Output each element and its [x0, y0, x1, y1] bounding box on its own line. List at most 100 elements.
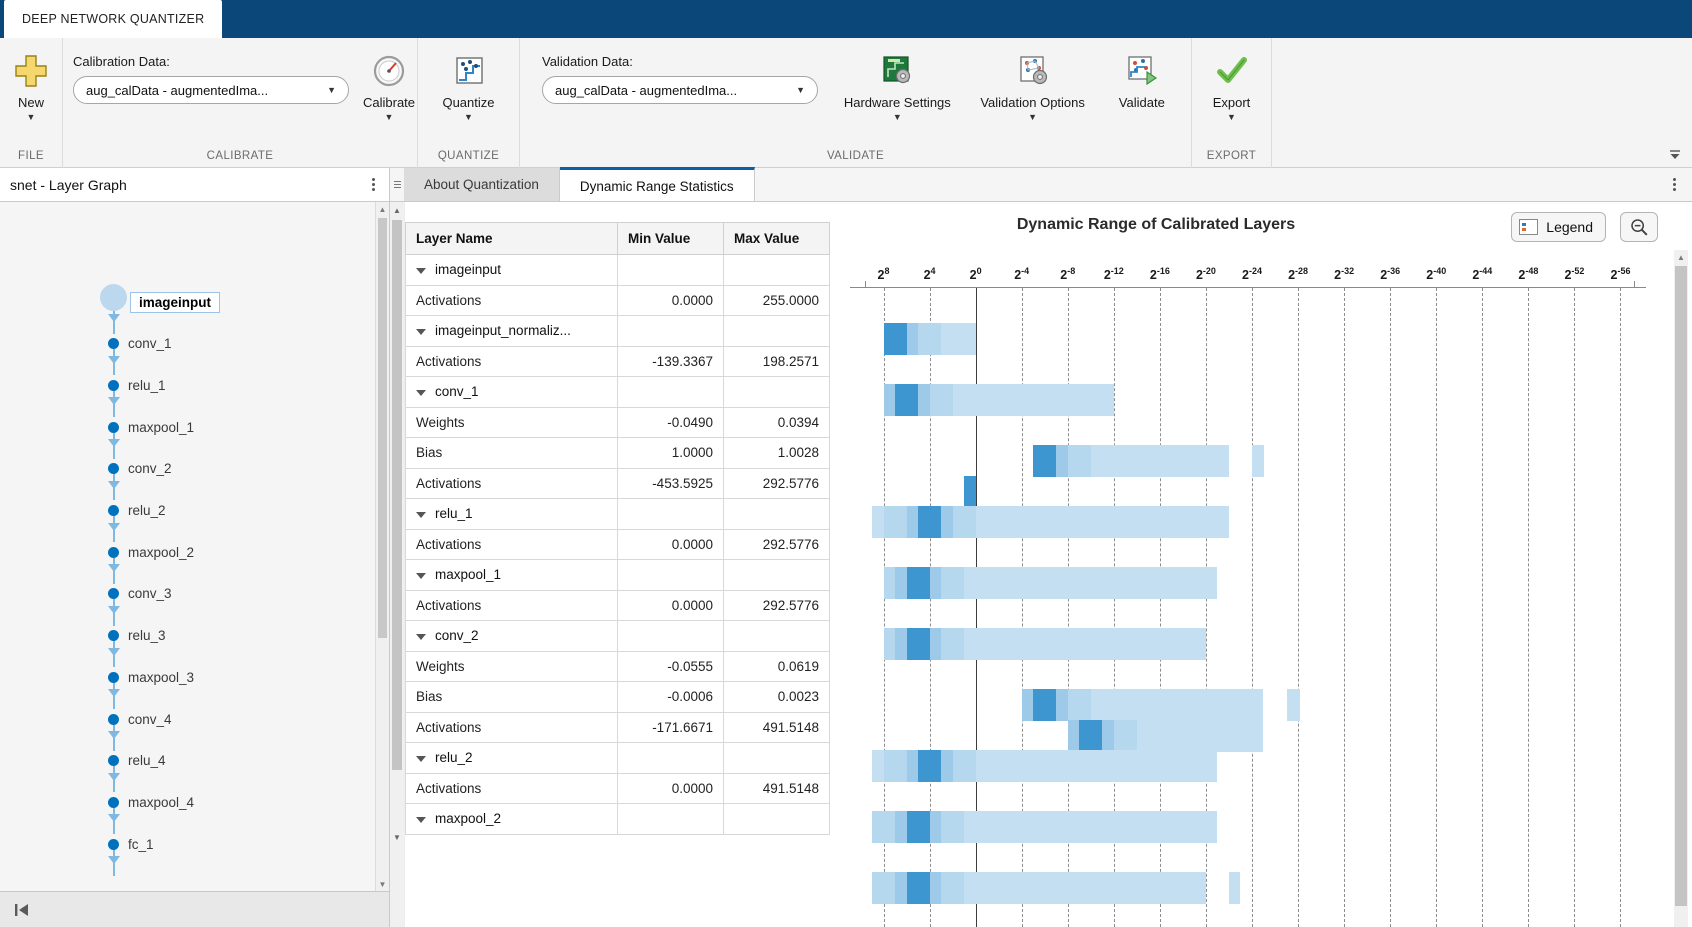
app-tab-deep-network-quantizer[interactable]: DEEP NETWORK QUANTIZER — [4, 0, 223, 38]
graph-node-conv_3[interactable]: conv_3 — [108, 584, 172, 604]
collapse-ribbon-button[interactable] — [1664, 145, 1686, 165]
table-row[interactable]: relu_2 — [405, 742, 830, 774]
dynamic-range-bar[interactable] — [964, 475, 976, 508]
table-row[interactable]: relu_1 — [405, 498, 830, 530]
cell-layer-name[interactable]: maxpool_1 — [405, 559, 618, 591]
expand-collapse-triangle-icon[interactable] — [416, 389, 426, 396]
dynamic-range-bar[interactable] — [872, 811, 1217, 843]
cell-layer-name[interactable]: relu_2 — [405, 742, 618, 774]
tab-drag-grip[interactable] — [390, 168, 404, 201]
graph-node-conv_4[interactable]: conv_4 — [108, 709, 172, 729]
cell-layer-name[interactable]: relu_1 — [405, 498, 618, 530]
dynamic-range-bar[interactable] — [883, 323, 976, 355]
table-row[interactable]: Weights -0.0555 0.0619 — [405, 650, 830, 682]
graph-node-maxpool_3[interactable]: maxpool_3 — [108, 667, 194, 687]
quantize-dropdown-caret[interactable]: ▼ — [464, 112, 473, 122]
new-dropdown-caret[interactable]: ▼ — [27, 112, 36, 122]
table-row[interactable]: maxpool_1 — [405, 559, 830, 591]
column-header-layer-name[interactable]: Layer Name — [405, 222, 618, 255]
expand-collapse-triangle-icon[interactable] — [416, 572, 426, 579]
validation-options-button[interactable]: Validation Options ▼ — [963, 44, 1103, 122]
dynamic-range-bar[interactable] — [883, 567, 1218, 599]
scroll-up-icon[interactable]: ▲ — [1674, 250, 1688, 264]
table-row[interactable]: Weights -0.0490 0.0394 — [405, 406, 830, 438]
expand-collapse-triangle-icon[interactable] — [416, 267, 426, 274]
graph-node-fc_1[interactable]: fc_1 — [108, 834, 154, 854]
graph-node-relu_4[interactable]: relu_4 — [108, 751, 166, 771]
table-row[interactable]: Activations 0.0000 255.0000 — [405, 284, 830, 316]
expand-collapse-triangle-icon[interactable] — [416, 633, 426, 640]
validation-data-dropdown[interactable]: aug_calData - augmentedIma... ▼ — [542, 76, 818, 104]
dynamic-range-bar[interactable] — [872, 750, 1217, 782]
expand-collapse-triangle-icon[interactable] — [416, 816, 426, 823]
cell-layer-name[interactable]: conv_1 — [405, 376, 618, 408]
hardware-settings-dropdown-caret[interactable]: ▼ — [893, 112, 902, 122]
dynamic-range-bar[interactable] — [872, 506, 1229, 538]
graph-node-maxpool_2[interactable]: maxpool_2 — [108, 542, 194, 562]
export-button[interactable]: Export ▼ — [1202, 44, 1261, 122]
graph-node-conv_2[interactable]: conv_2 — [108, 459, 172, 479]
dynamic-range-bar[interactable] — [883, 384, 1114, 416]
table-row[interactable]: maxpool_2 — [405, 803, 830, 835]
scroll-thumb[interactable] — [378, 218, 387, 638]
column-header-min-value[interactable]: Min Value — [617, 222, 724, 255]
graph-node-imageinput[interactable]: imageinput — [100, 284, 221, 313]
scroll-thumb[interactable] — [1675, 266, 1687, 906]
tab-about-quantization[interactable]: About Quantization — [404, 168, 560, 201]
dynamic-range-bar[interactable] — [872, 872, 1206, 904]
graph-node-maxpool_4[interactable]: maxpool_4 — [108, 792, 194, 812]
legend-button[interactable]: Legend — [1511, 212, 1606, 242]
layer-graph-options-kebab[interactable] — [365, 176, 381, 193]
calibrate-dropdown-caret[interactable]: ▼ — [385, 112, 394, 122]
layer-graph-vertical-scrollbar[interactable]: ▲ ▼ — [375, 202, 389, 891]
calibrate-button[interactable]: Calibrate ▼ — [363, 44, 415, 122]
quantize-button[interactable]: Quantize ▼ — [428, 44, 509, 122]
validate-button[interactable]: Validate — [1103, 44, 1181, 110]
table-vertical-scrollbar[interactable]: ▲ ▼ — [390, 202, 405, 927]
export-dropdown-caret[interactable]: ▼ — [1227, 112, 1236, 122]
scroll-thumb[interactable] — [392, 220, 402, 770]
expand-collapse-triangle-icon[interactable] — [416, 755, 426, 762]
dynamic-range-bar[interactable] — [1021, 689, 1264, 721]
new-button[interactable]: New ▼ — [10, 44, 52, 122]
table-row[interactable]: conv_1 — [405, 376, 830, 408]
scroll-up-icon[interactable]: ▲ — [376, 202, 389, 216]
chart-vertical-scrollbar[interactable]: ▲ — [1674, 250, 1688, 927]
layer-graph-canvas[interactable]: imageinput conv_1 relu_1 maxpool_1 conv_2rel… — [0, 202, 377, 891]
cell-layer-name[interactable]: maxpool_2 — [405, 803, 618, 835]
cell-layer-name[interactable]: imageinput_normaliz... — [405, 315, 618, 347]
table-row[interactable]: Activations -171.6671 491.5148 — [405, 711, 830, 743]
zoom-out-button[interactable] — [1620, 212, 1658, 242]
table-row[interactable]: Activations 0.0000 491.5148 — [405, 772, 830, 804]
graph-node-relu_2[interactable]: relu_2 — [108, 501, 166, 521]
table-row[interactable]: Activations 0.0000 292.5776 — [405, 528, 830, 560]
scroll-up-icon[interactable]: ▲ — [390, 202, 404, 218]
table-row[interactable]: conv_2 — [405, 620, 830, 652]
table-row[interactable]: Bias 1.0000 1.0028 — [405, 437, 830, 469]
chart-plot-area[interactable]: 28 24 20 2-4 2-8 2-12 2-16 2-20 2-24 2-28 2-32 2-36… — [850, 264, 1646, 927]
graph-node-relu_1[interactable]: relu_1 — [108, 375, 166, 395]
calibration-data-dropdown[interactable]: aug_calData - augmentedIma... ▼ — [73, 76, 349, 104]
table-row[interactable]: Bias -0.0006 0.0023 — [405, 681, 830, 713]
column-header-max-value[interactable]: Max Value — [723, 222, 830, 255]
scroll-down-icon[interactable]: ▼ — [390, 829, 404, 845]
table-row[interactable]: imageinput_normaliz... — [405, 315, 830, 347]
graph-node-maxpool_1[interactable]: maxpool_1 — [108, 417, 194, 437]
expand-collapse-triangle-icon[interactable] — [416, 328, 426, 335]
table-row[interactable]: Activations -139.3367 198.2571 — [405, 345, 830, 377]
graph-node-conv_1[interactable]: conv_1 — [108, 334, 172, 354]
statistics-panel-options-kebab[interactable] — [1666, 176, 1682, 193]
table-row[interactable]: imageinput — [405, 254, 830, 286]
scroll-down-icon[interactable]: ▼ — [376, 877, 389, 891]
cell-layer-name[interactable]: imageinput — [405, 254, 618, 286]
tab-dynamic-range-statistics[interactable]: Dynamic Range Statistics — [559, 167, 755, 201]
graph-node-relu_3[interactable]: relu_3 — [108, 626, 166, 646]
cell-layer-name[interactable]: conv_2 — [405, 620, 618, 652]
hardware-settings-button[interactable]: Hardware Settings ▼ — [832, 44, 963, 122]
dynamic-range-bar[interactable] — [1033, 445, 1229, 477]
reset-view-button[interactable] — [12, 900, 32, 920]
table-row[interactable]: Activations 0.0000 292.5776 — [405, 589, 830, 621]
expand-collapse-triangle-icon[interactable] — [416, 511, 426, 518]
dynamic-range-bar[interactable] — [883, 628, 1206, 660]
table-row[interactable]: Activations -453.5925 292.5776 — [405, 467, 830, 499]
